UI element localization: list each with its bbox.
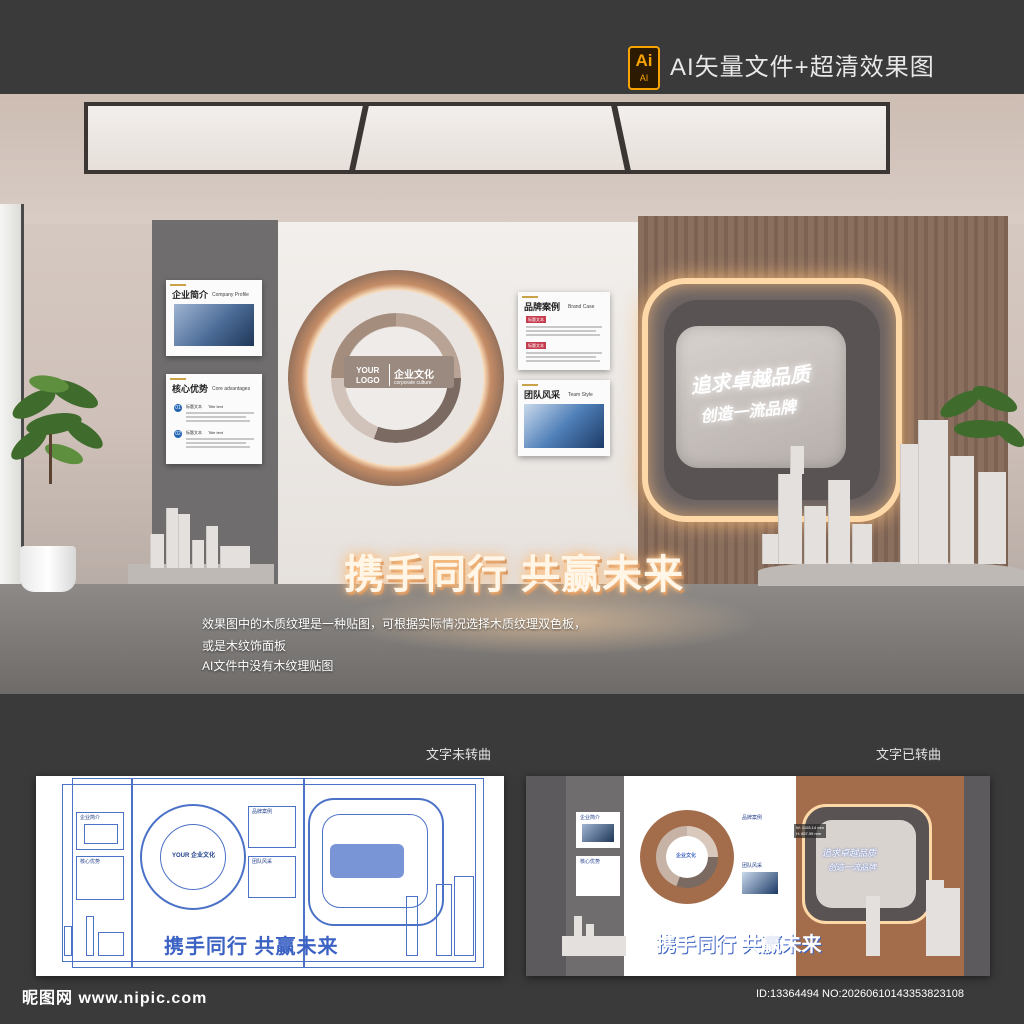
outlined-team-label: 团队风采: [742, 863, 763, 869]
company-profile-title-en: Company Profile: [212, 292, 249, 298]
wireframe-preview: 企业简介 核心优势 YOUR 企业文化 品牌案例 团队风采 携手同行 共赢未来: [36, 776, 504, 976]
brand-case-tag-2: 标题文本: [526, 342, 546, 349]
render-scene: 企业简介 Company Profile 核心优势 Core advantage…: [0, 94, 1024, 694]
outlined-slogan-2: 创造一流品牌: [828, 863, 876, 872]
advantage-en-2: Title text: [208, 430, 223, 435]
note-line-3: AI文件中没有木纹理贴图: [202, 659, 334, 673]
team-style-title: 团队风采: [524, 390, 561, 400]
wire-advantage-label: 核心优势: [80, 859, 101, 865]
outlined-brand-label: 品牌案例: [742, 815, 763, 821]
team-style-title-en: Team Style: [568, 392, 593, 398]
brand-case-tag-1: 标题文本: [526, 316, 546, 323]
wire-logo-label: YOUR 企业文化: [172, 853, 216, 859]
plant-left-icon: [11, 375, 103, 484]
ai-badge-subtext: AI: [639, 73, 649, 83]
logo-line-2: LOGO: [356, 376, 380, 385]
plant-pot: [20, 546, 76, 592]
wire-profile-label: 企业简介: [80, 815, 101, 821]
outlined-main-slogan: 携手同行 共赢未来: [656, 934, 822, 956]
culture-title-en: corporate culture: [394, 380, 432, 386]
wire-brand-label: 品牌案例: [252, 809, 273, 815]
culture-logo-placeholder: YOUR LOGO: [356, 366, 380, 386]
team-style-photo: [524, 404, 604, 448]
image-id: ID:13364494 NO:20260610143353823108: [756, 988, 964, 1000]
logo-separator: [389, 364, 390, 386]
logo-line-1: YOUR: [356, 366, 380, 375]
outlined-slogan-1: 追求卓越品质: [822, 848, 877, 858]
company-profile-photo: [174, 304, 254, 346]
brand-case-title-en: Brand Case: [568, 304, 595, 310]
note-line-2: 或是木纹饰面板: [202, 639, 287, 653]
outlined-preview: 企业简介 核心优势 企业文化 品牌案例 团队风采 追求卓越品质 创造一流品牌 W…: [526, 776, 990, 976]
left-preview-label: 文字未转曲: [426, 747, 492, 762]
top-header: Ai AI AI矢量文件+超清效果图: [0, 0, 1024, 94]
brand-case-title: 品牌案例: [524, 302, 561, 312]
company-profile-card: 企业简介 Company Profile: [166, 280, 262, 356]
header-title: AI矢量文件+超清效果图: [670, 54, 935, 81]
outlined-advantage-label: 核心优势: [580, 859, 601, 865]
outlined-culture-label: 企业文化: [676, 853, 697, 859]
ai-badge-text: Ai: [635, 51, 653, 70]
advantage-label-2: 标题文本: [186, 430, 202, 435]
core-advantages-card: 核心优势 Core advantages 01 标题文本 Title text …: [166, 374, 262, 464]
wire-main-slogan: 携手同行 共赢未来: [164, 936, 339, 958]
wire-slogan-blob: [330, 844, 404, 878]
dimension-readout: W: 1103.14 mm H: 857.95 mm: [794, 824, 826, 838]
ceiling-light-panel: [84, 102, 890, 174]
advantage-label-1: 标题文本: [186, 404, 202, 409]
main-slogan: 携手同行 共赢未来: [344, 553, 685, 597]
brand-case-card: 品牌案例 Brand Case 标题文本 标题文本: [518, 292, 610, 370]
wire-team-label: 团队风采: [252, 859, 273, 865]
culture-title: 企业文化: [394, 370, 434, 381]
ai-file-icon: Ai AI: [628, 46, 660, 90]
right-preview-label: 文字已转曲: [876, 747, 942, 762]
outlined-profile-label: 企业简介: [580, 815, 601, 821]
company-profile-title: 企业简介: [172, 290, 209, 300]
advantage-number-1: 01: [174, 404, 182, 412]
advantage-en-1: Title text: [208, 404, 223, 409]
core-advantages-title: 核心优势: [172, 384, 209, 394]
note-line-1: 效果图中的木质纹理是一种贴图，可根据实际情况选择木质纹理双色板，: [202, 617, 587, 631]
advantage-number-2: 02: [174, 430, 182, 438]
site-watermark: 昵图网 www.nipic.com: [22, 990, 208, 1007]
core-advantages-title-en: Core advantages: [212, 386, 251, 392]
team-style-card: 团队风采 Team Style: [518, 380, 610, 456]
